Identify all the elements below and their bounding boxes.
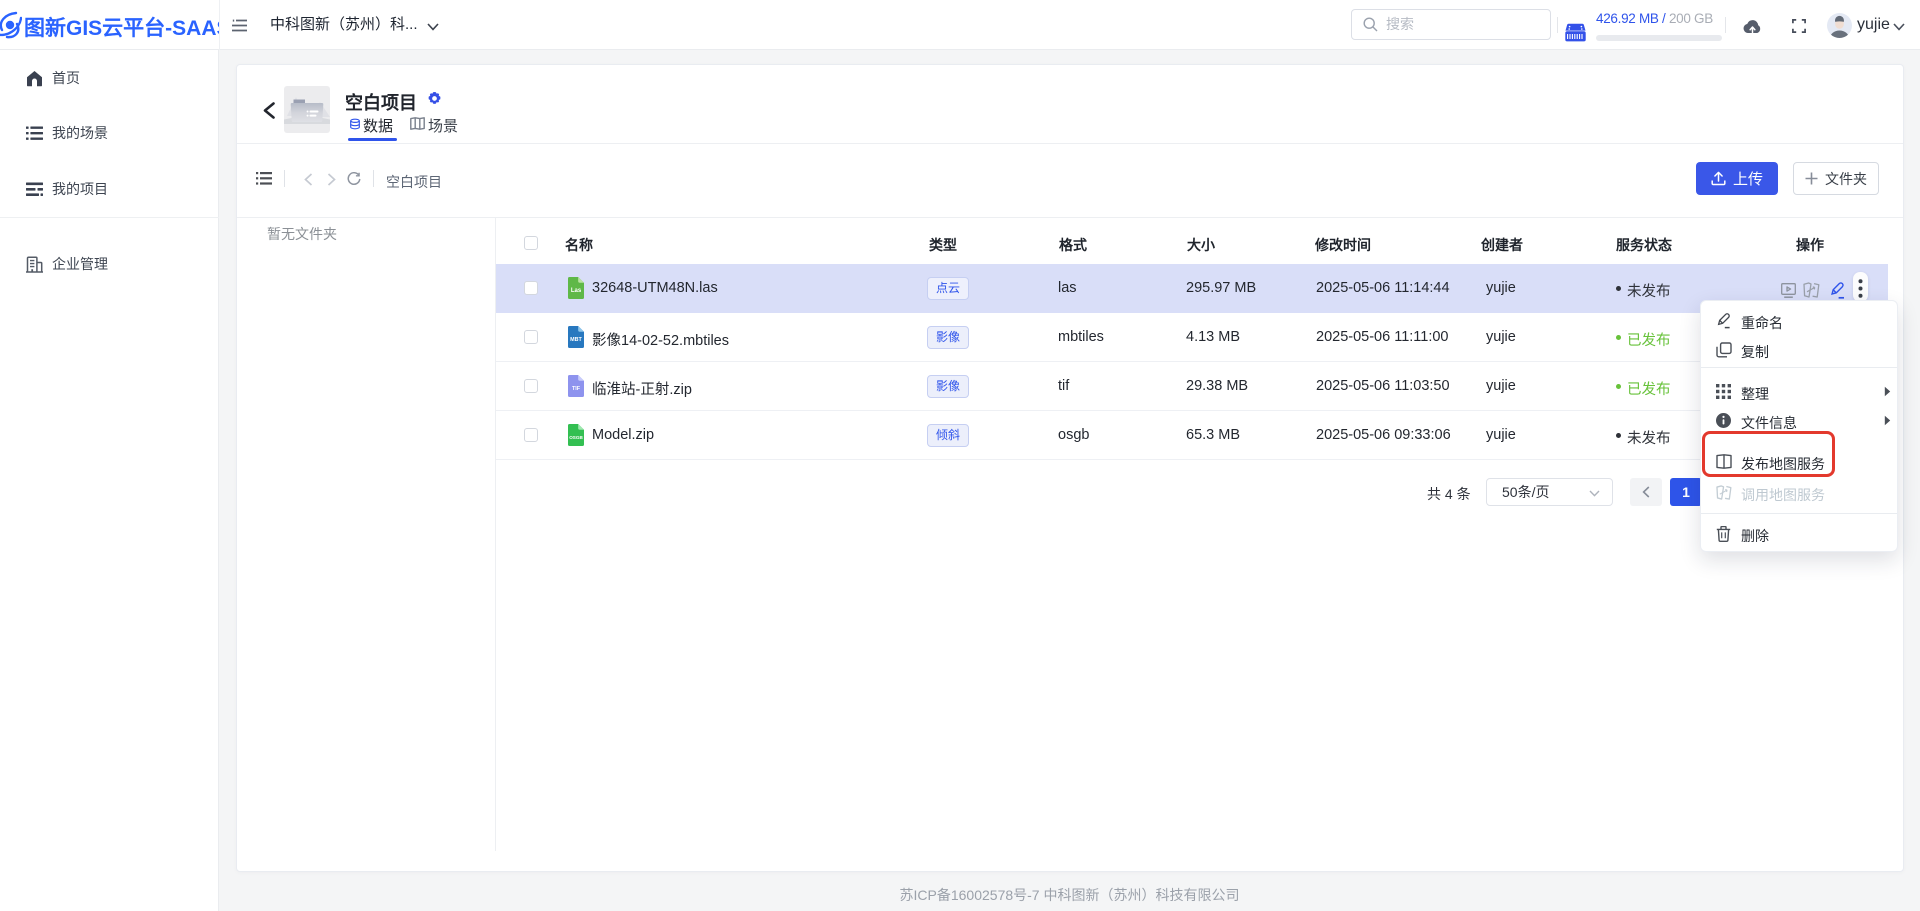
- svg-text:OSGB: OSGB: [569, 435, 583, 440]
- svg-text:TIF: TIF: [572, 386, 581, 392]
- svg-text:MBT: MBT: [570, 337, 582, 343]
- svg-text:Las: Las: [571, 288, 582, 294]
